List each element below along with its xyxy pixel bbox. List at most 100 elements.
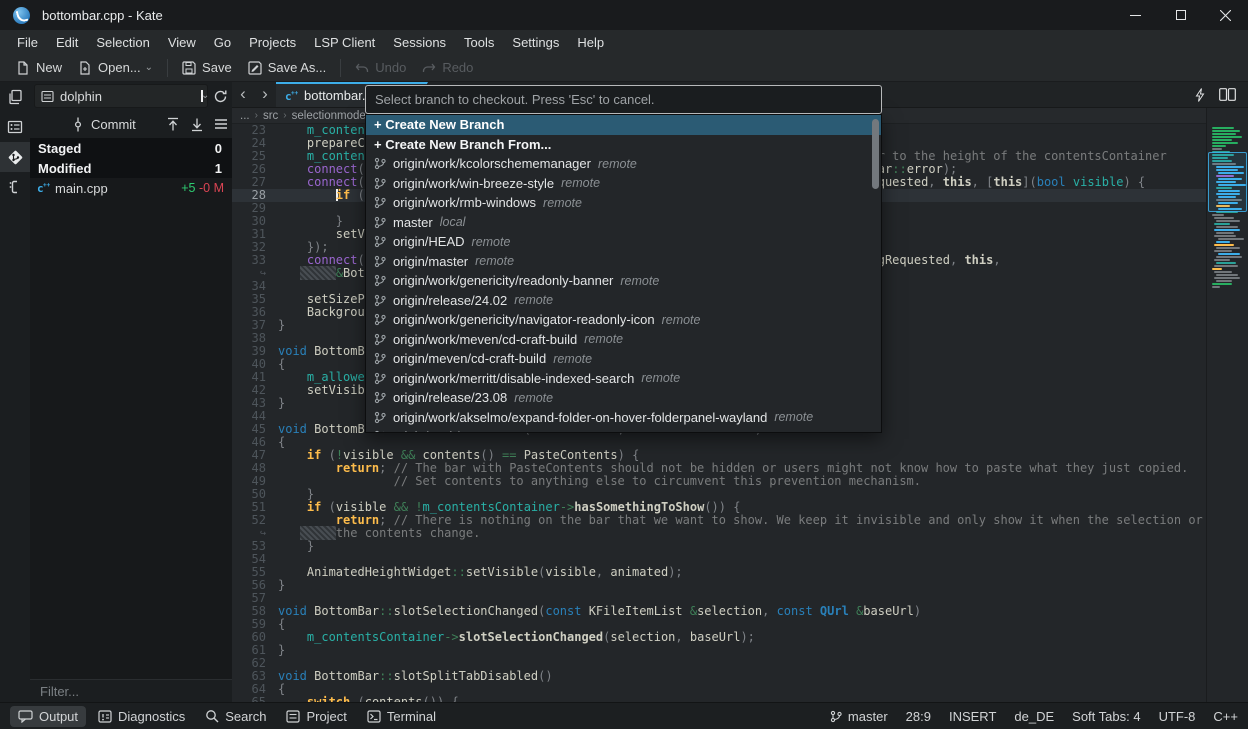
menu-settings[interactable]: Settings xyxy=(503,32,568,53)
branch-search-placeholder: Select branch to checkout. Press 'Esc' t… xyxy=(375,92,655,107)
code-wrap-line[interactable]: ↪ the contents change. xyxy=(232,527,1206,540)
statusbar-insert[interactable]: INSERT xyxy=(949,709,996,724)
statusbar-tool-search[interactable]: Search xyxy=(197,706,274,727)
statusbar-utf-8[interactable]: UTF-8 xyxy=(1159,709,1196,724)
code-line-63[interactable]: 63void BottomBar::slotSplitTabDisabled() xyxy=(232,670,1206,683)
menu-edit[interactable]: Edit xyxy=(47,32,87,53)
filesystem-tool-button[interactable] xyxy=(0,112,30,142)
modified-category-row[interactable]: Modified 1 xyxy=(30,158,232,178)
branch-item[interactable]: origin/masterremote xyxy=(366,252,881,272)
toolbar: New Open... ⌄ Save Save As... Undo Redo xyxy=(0,54,1248,82)
code-line-55[interactable]: 55 AnimatedHeightWidget::setVisible(visi… xyxy=(232,566,1206,579)
git-branch-icon xyxy=(374,274,386,287)
breadcrumb-item[interactable]: ... xyxy=(240,110,250,122)
menu-icon[interactable] xyxy=(214,118,228,130)
open-button[interactable]: Open... ⌄ xyxy=(70,57,161,78)
git-branch-icon xyxy=(374,391,386,404)
refresh-button[interactable] xyxy=(213,89,228,104)
quick-open-bolt-icon[interactable] xyxy=(1195,88,1205,102)
git-branch-icon xyxy=(374,235,386,248)
open-dropdown-caret[interactable]: ⌄ xyxy=(145,62,153,73)
git-status-tree: Staged 0 Modified 1 c++ main.cpp +5 -0 M xyxy=(30,138,232,680)
menu-help[interactable]: Help xyxy=(568,32,613,53)
branch-item[interactable]: + Create New Branch xyxy=(366,115,881,135)
branch-item[interactable]: masterlocal xyxy=(366,213,881,233)
statusbar-c-[interactable]: C++ xyxy=(1213,709,1238,724)
code-line-56[interactable]: 56} xyxy=(232,579,1206,592)
branch-item[interactable]: + Create New Branch From... xyxy=(366,135,881,155)
menu-selection[interactable]: Selection xyxy=(87,32,158,53)
breadcrumb-item[interactable]: selectionmode xyxy=(292,110,366,122)
branch-item[interactable]: origin/work/genericity/readonly-bannerre… xyxy=(366,271,881,291)
branch-item[interactable]: origin/work/akselmo/expand-folder-on-hov… xyxy=(366,408,881,428)
commit-button[interactable]: Commit xyxy=(72,117,136,132)
toolbar-separator xyxy=(340,59,341,77)
menu-projects[interactable]: Projects xyxy=(240,32,305,53)
menu-sessions[interactable]: Sessions xyxy=(384,32,455,53)
branch-item[interactable]: origin/meven/cd-craft-buildremote xyxy=(366,349,881,369)
modified-file-row[interactable]: c++ main.cpp +5 -0 M xyxy=(30,178,232,198)
redo-button[interactable]: Redo xyxy=(414,57,481,78)
statusbar-de-de[interactable]: de_DE xyxy=(1014,709,1054,724)
staged-category-row[interactable]: Staged 0 xyxy=(30,138,232,158)
menu-file[interactable]: File xyxy=(8,32,47,53)
maximize-button[interactable] xyxy=(1158,0,1203,30)
code-line-49[interactable]: 49 // Set contents to anything else to c… xyxy=(232,475,1206,488)
menu-tools[interactable]: Tools xyxy=(455,32,503,53)
project-selector[interactable]: dolphin ⌄ xyxy=(34,84,208,108)
push-icon[interactable] xyxy=(166,117,180,132)
statusbar-master[interactable]: master xyxy=(830,709,888,724)
branch-list: + Create New Branch+ Create New Branch F… xyxy=(365,114,882,433)
branch-list-scrollbar[interactable] xyxy=(872,119,879,189)
split-view-icon[interactable] xyxy=(1219,88,1236,101)
save-button[interactable]: Save xyxy=(174,57,240,78)
branch-item[interactable]: origin/work/rmb-windowsremote xyxy=(366,193,881,213)
branch-item[interactable]: origin/work/genericity/navigator-readonl… xyxy=(366,310,881,330)
line-number: 33 xyxy=(232,254,278,267)
branch-item[interactable]: origin/HEADremote xyxy=(366,232,881,252)
code-line-60[interactable]: 60 m_contentsContainer->slotSelectionCha… xyxy=(232,631,1206,644)
back-button[interactable]: ‹ xyxy=(232,82,254,107)
branch-item[interactable]: origin/release/24.02remote xyxy=(366,291,881,311)
menu-lsp-client[interactable]: LSP Client xyxy=(305,32,384,53)
git-branch-icon xyxy=(374,372,386,385)
statusbar-tool-diagnostics[interactable]: Diagnostics xyxy=(90,706,193,727)
project-icon xyxy=(41,90,54,103)
symbols-tool-button[interactable] xyxy=(0,172,30,202)
cpp-file-icon: c++ xyxy=(284,89,298,103)
close-button[interactable] xyxy=(1203,0,1248,30)
statusbar-soft-tabs-4[interactable]: Soft Tabs: 4 xyxy=(1072,709,1140,724)
branch-item[interactable]: origin/work/merritt/disable-indexed-sear… xyxy=(366,369,881,389)
branch-item[interactable]: origin/work/kcolorschememanagerremote xyxy=(366,154,881,174)
branch-search-input[interactable]: Select branch to checkout. Press 'Esc' t… xyxy=(365,85,882,114)
breadcrumb-item[interactable]: src xyxy=(263,110,278,122)
documents-tool-button[interactable] xyxy=(0,82,30,112)
code-line-61[interactable]: 61} xyxy=(232,644,1206,657)
code-line-58[interactable]: 58void BottomBar::slotSelectionChanged(c… xyxy=(232,605,1206,618)
git-branch-icon xyxy=(374,294,386,307)
minimize-button[interactable] xyxy=(1113,0,1158,30)
statusbar-tool-terminal[interactable]: Terminal xyxy=(359,706,444,727)
forward-button[interactable]: › xyxy=(254,82,276,107)
git-tool-button[interactable] xyxy=(0,142,30,172)
minimap-viewport[interactable] xyxy=(1208,152,1247,212)
git-branch-icon xyxy=(374,177,386,190)
pull-icon[interactable] xyxy=(190,117,204,132)
minimap-scrollbar[interactable] xyxy=(1206,108,1248,702)
branch-item[interactable]: origin/release/23.08remote xyxy=(366,388,881,408)
save-as-button[interactable]: Save As... xyxy=(240,57,335,78)
branch-item[interactable]: origin/work/win-breeze-styleremote xyxy=(366,174,881,194)
code-line-53[interactable]: 53 } xyxy=(232,540,1206,553)
breadcrumb-separator-icon: › xyxy=(283,110,286,121)
branch-item[interactable]: origin/work/meven/cd-craft-buildremote xyxy=(366,330,881,350)
statusbar-tool-output[interactable]: Output xyxy=(10,706,86,727)
chevron-down-icon: ⌄ xyxy=(201,90,203,102)
menu-view[interactable]: View xyxy=(159,32,205,53)
undo-button[interactable]: Undo xyxy=(347,57,414,78)
statusbar-28-9[interactable]: 28:9 xyxy=(906,709,931,724)
statusbar-tool-project[interactable]: Project xyxy=(278,706,354,727)
branch-item[interactable]: origin/work/…remote xyxy=(366,427,881,433)
menu-go[interactable]: Go xyxy=(205,32,240,53)
new-button[interactable]: New xyxy=(8,57,70,78)
filter-input[interactable]: Filter... xyxy=(30,679,232,702)
